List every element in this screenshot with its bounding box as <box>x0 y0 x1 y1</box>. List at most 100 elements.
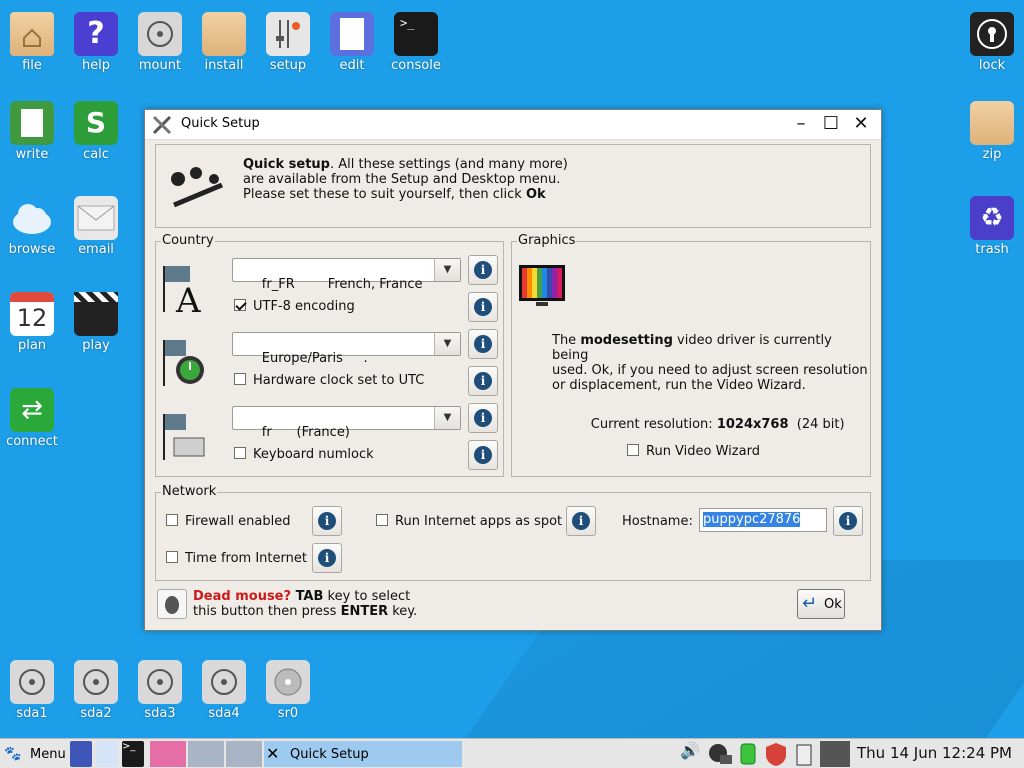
hwclock-checkbox[interactable]: Hardware clock set to UTC <box>234 373 424 388</box>
locale-dropdown[interactable]: fr_FR French, France ▼ <box>232 258 461 292</box>
desktop-icon-install[interactable]: install <box>192 12 256 73</box>
menu-button[interactable]: 🐾 Menu <box>4 741 68 767</box>
intro-text: Quick setup. All these settings (and man… <box>243 157 568 202</box>
hostname-info-button[interactable]: i <box>833 506 863 536</box>
info-icon: i <box>474 261 492 279</box>
task-quick-setup[interactable]: ✕ Quick Setup <box>264 741 462 767</box>
desktop-icon-console[interactable]: >_ console <box>384 12 448 73</box>
info-icon: i <box>474 298 492 316</box>
desktop-icon-browse[interactable]: browse <box>0 196 64 257</box>
spot-checkbox[interactable]: Run Internet apps as spot <box>376 514 562 529</box>
checkbox-box[interactable] <box>627 444 639 456</box>
info-icon: i <box>474 446 492 464</box>
minimize-button[interactable]: – <box>790 114 812 136</box>
ok-button[interactable]: ↵ Ok <box>797 589 845 619</box>
volume-icon[interactable]: 🔊 <box>680 741 700 767</box>
video-wizard-checkbox[interactable]: Run Video Wizard <box>627 444 760 459</box>
drive-icon-sda4[interactable]: sda4 <box>192 660 256 721</box>
storage-status-icon[interactable] <box>738 741 758 767</box>
desktop-icon-help[interactable]: ? help <box>64 12 128 73</box>
desktop-icon-play[interactable]: play <box>64 292 128 353</box>
dead-mouse-hint: Dead mouse? TAB key to select this butto… <box>193 589 418 619</box>
clock[interactable]: Thu 14 Jun 12:24 PM <box>857 744 1012 762</box>
country-legend: Country <box>161 233 215 248</box>
checkbox-box[interactable] <box>234 373 246 385</box>
hard-drive-icon <box>74 660 118 704</box>
chevron-down-icon: ▼ <box>434 407 460 429</box>
utf8-info-button[interactable]: i <box>468 292 498 322</box>
desktop-icon-mount[interactable]: mount <box>128 12 192 73</box>
timezone-dropdown[interactable]: Europe/Paris . ▼ <box>232 332 461 366</box>
browser-launcher-icon[interactable] <box>96 741 118 767</box>
numlock-checkbox[interactable]: Keyboard numlock <box>234 447 374 462</box>
drive-icon-sda2[interactable]: sda2 <box>64 660 128 721</box>
info-icon: i <box>474 409 492 427</box>
chevron-down-icon: ▼ <box>434 333 460 355</box>
drive-icon-sda1[interactable]: sda1 <box>0 660 64 721</box>
spreadsheet-icon: S <box>74 101 118 145</box>
help-icon: ? <box>74 12 118 56</box>
drive-icon <box>138 12 182 56</box>
workspace-1-button[interactable] <box>150 741 186 767</box>
locale-flag-icon: A <box>162 264 210 321</box>
hard-drive-icon <box>138 660 182 704</box>
desktop-icon-file[interactable]: file <box>0 12 64 73</box>
desktop-icon-calc[interactable]: S calc <box>64 101 128 162</box>
desktop-icon-edit[interactable]: edit <box>320 12 384 73</box>
spot-info-button[interactable]: i <box>566 506 596 536</box>
keyboard-info-button[interactable]: i <box>468 403 498 433</box>
time-internet-checkbox[interactable]: Time from Internet <box>166 551 307 566</box>
box-icon <box>202 12 246 56</box>
locale-info-button[interactable]: i <box>468 255 498 285</box>
network-group: Network Firewall enabled i Run Internet … <box>155 484 871 581</box>
network-status-icon[interactable] <box>706 741 734 767</box>
firewall-shield-icon[interactable] <box>764 741 788 767</box>
text-editor-icon <box>330 12 374 56</box>
tools-icon <box>151 114 175 136</box>
drive-icon-sda3[interactable]: sda3 <box>128 660 192 721</box>
desktop-icon-setup[interactable]: setup <box>256 12 320 73</box>
hostname-input[interactable]: puppypc27876 <box>699 508 827 532</box>
timezone-info-button[interactable]: i <box>468 329 498 359</box>
puppy-logo-icon: 🐾 <box>4 746 22 762</box>
terminal-icon: >_ <box>394 12 438 56</box>
checkbox-box[interactable] <box>166 551 178 563</box>
return-arrow-icon: ↵ <box>802 593 818 614</box>
desktop-icon-lock[interactable]: lock <box>960 12 1024 73</box>
checkbox-box[interactable] <box>234 299 246 311</box>
utf8-checkbox[interactable]: UTF-8 encoding <box>234 299 355 314</box>
checkbox-box[interactable] <box>234 447 246 459</box>
hwclock-info-button[interactable]: i <box>468 366 498 396</box>
maximize-button[interactable]: ☐ <box>820 114 842 136</box>
window-titlebar[interactable]: Quick Setup – ☐ ✕ <box>145 110 881 140</box>
desktop-launcher-icon[interactable] <box>70 741 92 767</box>
workspace-3-button[interactable] <box>226 741 262 767</box>
desktop-icon-connect[interactable]: ⇄ connect <box>0 388 64 449</box>
graphics-description: The modesetting video driver is currentl… <box>552 333 868 393</box>
desktop-icon-zip[interactable]: zip <box>960 101 1024 162</box>
checkbox-box[interactable] <box>166 514 178 526</box>
terminal-launcher-icon[interactable]: >_ <box>122 741 144 767</box>
intro-box: Quick setup. All these settings (and man… <box>155 144 871 228</box>
mouse-icon <box>157 589 187 619</box>
tools-icon: ✕ <box>266 744 280 763</box>
numlock-info-button[interactable]: i <box>468 440 498 470</box>
clipboard-icon[interactable] <box>794 741 814 767</box>
hostname-label: Hostname: <box>622 514 693 529</box>
desktop-icon-plan[interactable]: 12 plan <box>0 292 64 353</box>
cloud-icon <box>10 196 54 240</box>
time-info-button[interactable]: i <box>312 543 342 573</box>
desktop-icon-trash[interactable]: ♻ trash <box>960 196 1024 257</box>
info-icon: i <box>572 512 590 530</box>
firewall-info-button[interactable]: i <box>312 506 342 536</box>
keyboard-dropdown[interactable]: fr (France) ▼ <box>232 406 461 440</box>
cpu-monitor-icon[interactable] <box>820 741 850 767</box>
workspace-2-button[interactable] <box>188 741 224 767</box>
firewall-checkbox[interactable]: Firewall enabled <box>166 514 290 529</box>
drive-icon-sr0[interactable]: sr0 <box>256 660 320 721</box>
close-button[interactable]: ✕ <box>850 114 872 136</box>
desktop-icon-write[interactable]: write <box>0 101 64 162</box>
checkbox-box[interactable] <box>376 514 388 526</box>
desktop-icon-email[interactable]: email <box>64 196 128 257</box>
taskbar: 🐾 Menu >_ ✕ Quick Setup 🔊 Thu 14 Jun 12:… <box>0 738 1024 768</box>
